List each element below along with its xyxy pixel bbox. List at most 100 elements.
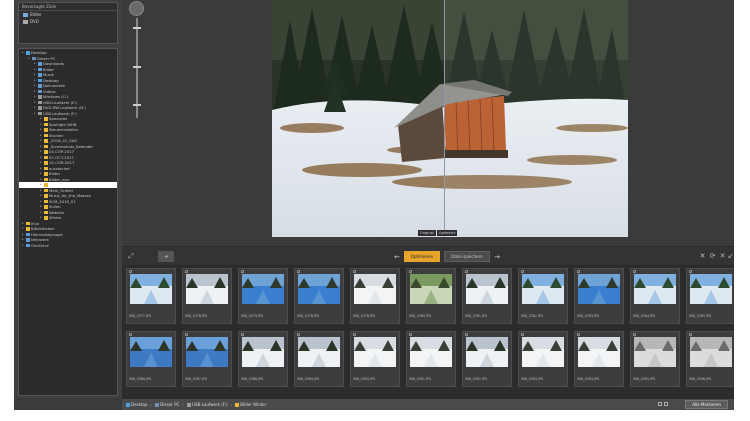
folder-icon [26, 232, 30, 236]
photo-thumbnail[interactable]: IMG_0387.JPG [182, 331, 232, 387]
select-checkbox[interactable] [409, 333, 412, 336]
grid-view-icon[interactable] [658, 402, 662, 406]
breadcrumb-label: Dieser PC [160, 402, 180, 407]
select-all-button[interactable]: Alle Markieren [685, 400, 728, 409]
before-after-divider[interactable] [444, 0, 445, 237]
thumbnail-filename: IMG_0387.JPG [185, 377, 208, 381]
thumbnail-filename: IMG_0380.JPG [409, 314, 432, 318]
folder-icon [44, 166, 48, 170]
thumbnail-image [354, 274, 396, 304]
select-checkbox[interactable] [577, 270, 580, 273]
select-checkbox[interactable] [297, 270, 300, 273]
favorite-item-label: Bilder [30, 12, 42, 17]
zoom-knob[interactable] [129, 1, 144, 16]
previous-image-button[interactable]: ← [392, 251, 402, 262]
select-checkbox[interactable] [129, 270, 132, 273]
select-checkbox[interactable] [353, 333, 356, 336]
image-preview[interactable]: Original Optimiert [272, 0, 628, 237]
thumbnail-filename: IMG_0378.JPG [353, 314, 376, 318]
select-checkbox[interactable] [409, 270, 412, 273]
breadcrumb-folder-icon [155, 402, 160, 407]
undo-icon[interactable]: ↙ [726, 252, 734, 261]
photo-thumbnail[interactable]: IMG_0395.JPG [630, 331, 680, 387]
select-checkbox[interactable] [465, 270, 468, 273]
select-checkbox[interactable] [689, 333, 692, 336]
select-checkbox[interactable] [241, 270, 244, 273]
thumbnail-image [130, 337, 172, 367]
thumbnail-image [466, 337, 508, 367]
breadcrumb-folder-icon [126, 402, 130, 407]
photo-thumbnail[interactable]: IMG_0377.JPG [126, 268, 176, 324]
tree-item-label: Bilder_neu [49, 176, 70, 182]
zoom-slider-track[interactable] [136, 18, 138, 118]
select-checkbox[interactable] [689, 270, 692, 273]
save-file-button[interactable]: Datei speichern [444, 251, 490, 262]
thumbnail-filename: IMG_0385.JPG [689, 314, 712, 318]
favorite-item-pictures[interactable]: Bilder [19, 11, 117, 18]
photo-thumbnail[interactable]: IMG_0394.JPG [574, 331, 624, 387]
select-checkbox[interactable] [465, 333, 468, 336]
next-image-button[interactable]: → [492, 251, 502, 262]
select-checkbox[interactable] [521, 270, 524, 273]
folder-icon [32, 56, 36, 60]
photo-thumbnail[interactable]: IMG_0396.JPG [686, 331, 734, 387]
thumbnail-filename: IMG_0382.JPG [521, 314, 544, 318]
optimize-button[interactable]: Optimieren [404, 251, 440, 262]
breadcrumb-item[interactable]: Dieser PC [155, 402, 179, 407]
list-view-icon[interactable] [664, 402, 668, 406]
thumbnail-image [354, 337, 396, 367]
breadcrumb-item[interactable]: USB-Laufwerk (F:) [187, 402, 228, 407]
expand-icon[interactable]: ⤢ [126, 251, 136, 262]
folder-icon [38, 89, 42, 93]
select-checkbox[interactable] [297, 333, 300, 336]
photo-thumbnail[interactable]: IMG_0380.JPG [406, 268, 456, 324]
breadcrumb-separator-icon: › [230, 402, 233, 407]
tree-item[interactable]: ▸ OneDrive [19, 243, 117, 249]
select-checkbox[interactable] [241, 333, 244, 336]
thumbnail-image [578, 337, 620, 367]
photo-thumbnail[interactable]: IMG_0385.JPG [686, 268, 734, 324]
expand-arrow-icon[interactable]: ▸ [22, 243, 25, 249]
expand-arrow-icon[interactable]: ▸ [28, 56, 31, 62]
expand-arrow-icon[interactable]: ▸ [34, 111, 37, 117]
photo-thumbnail[interactable]: IMG_0393.JPG [518, 331, 568, 387]
photo-thumbnail[interactable]: IMG_0383.JPG [574, 268, 624, 324]
select-checkbox[interactable] [577, 333, 580, 336]
thumbnail-grid: IMG_0377.JPG IMG_0378.JPG IMG_0379.JPG IMG_… [122, 266, 734, 398]
compare-labels: Original Optimiert [418, 230, 458, 236]
photo-thumbnail[interactable]: IMG_0386.JPG [126, 331, 176, 387]
select-checkbox[interactable] [185, 333, 188, 336]
thumbnail-filename: IMG_0376.JPG [297, 314, 320, 318]
photo-thumbnail[interactable]: IMG_0379.JPG [238, 268, 288, 324]
select-checkbox[interactable] [353, 270, 356, 273]
photo-thumbnail[interactable]: IMG_0388.JPG [238, 331, 288, 387]
select-checkbox[interactable] [185, 270, 188, 273]
photo-thumbnail[interactable]: IMG_0378.JPG [182, 268, 232, 324]
photo-thumbnail[interactable]: IMG_0378.JPG [350, 268, 400, 324]
photo-thumbnail[interactable]: IMG_0392.JPG [462, 331, 512, 387]
select-checkbox[interactable] [129, 333, 132, 336]
select-checkbox[interactable] [633, 270, 636, 273]
remove-icon[interactable]: ✕ [698, 252, 707, 261]
photo-thumbnail[interactable]: IMG_0376.JPG [294, 268, 344, 324]
collapse-panel-button[interactable]: ◂ [158, 251, 174, 262]
photo-thumbnail[interactable]: IMG_0390.JPG [350, 331, 400, 387]
select-checkbox[interactable] [633, 333, 636, 336]
favorite-item-dvd[interactable]: DVD [19, 18, 117, 25]
rotate-icon[interactable]: ⟳ [708, 252, 717, 261]
breadcrumb-item[interactable]: Desktop [126, 402, 148, 407]
breadcrumb-item[interactable]: Bilder Winter [235, 402, 266, 407]
expand-arrow-icon[interactable]: ▸ [40, 215, 43, 221]
folder-tree[interactable]: ▸ Desktop ▸ Dieser PC ▸ Downloads ▸ Bilder ▸ Musi… [18, 48, 118, 396]
photo-thumbnail[interactable]: IMG_0389.JPG [294, 331, 344, 387]
photo-thumbnail[interactable]: IMG_0382.JPG [518, 268, 568, 324]
expand-arrow-icon[interactable]: ▸ [22, 50, 25, 56]
folder-icon [44, 150, 48, 154]
photo-thumbnail[interactable]: IMG_0384.JPG [630, 268, 680, 324]
folder-icon [26, 51, 30, 55]
folder-icon [44, 199, 48, 203]
select-checkbox[interactable] [521, 333, 524, 336]
thumbnail-filename: IMG_0383.JPG [577, 314, 600, 318]
photo-thumbnail[interactable]: IMG_0391.JPG [406, 331, 456, 387]
photo-thumbnail[interactable]: IMG_0381.JPG [462, 268, 512, 324]
